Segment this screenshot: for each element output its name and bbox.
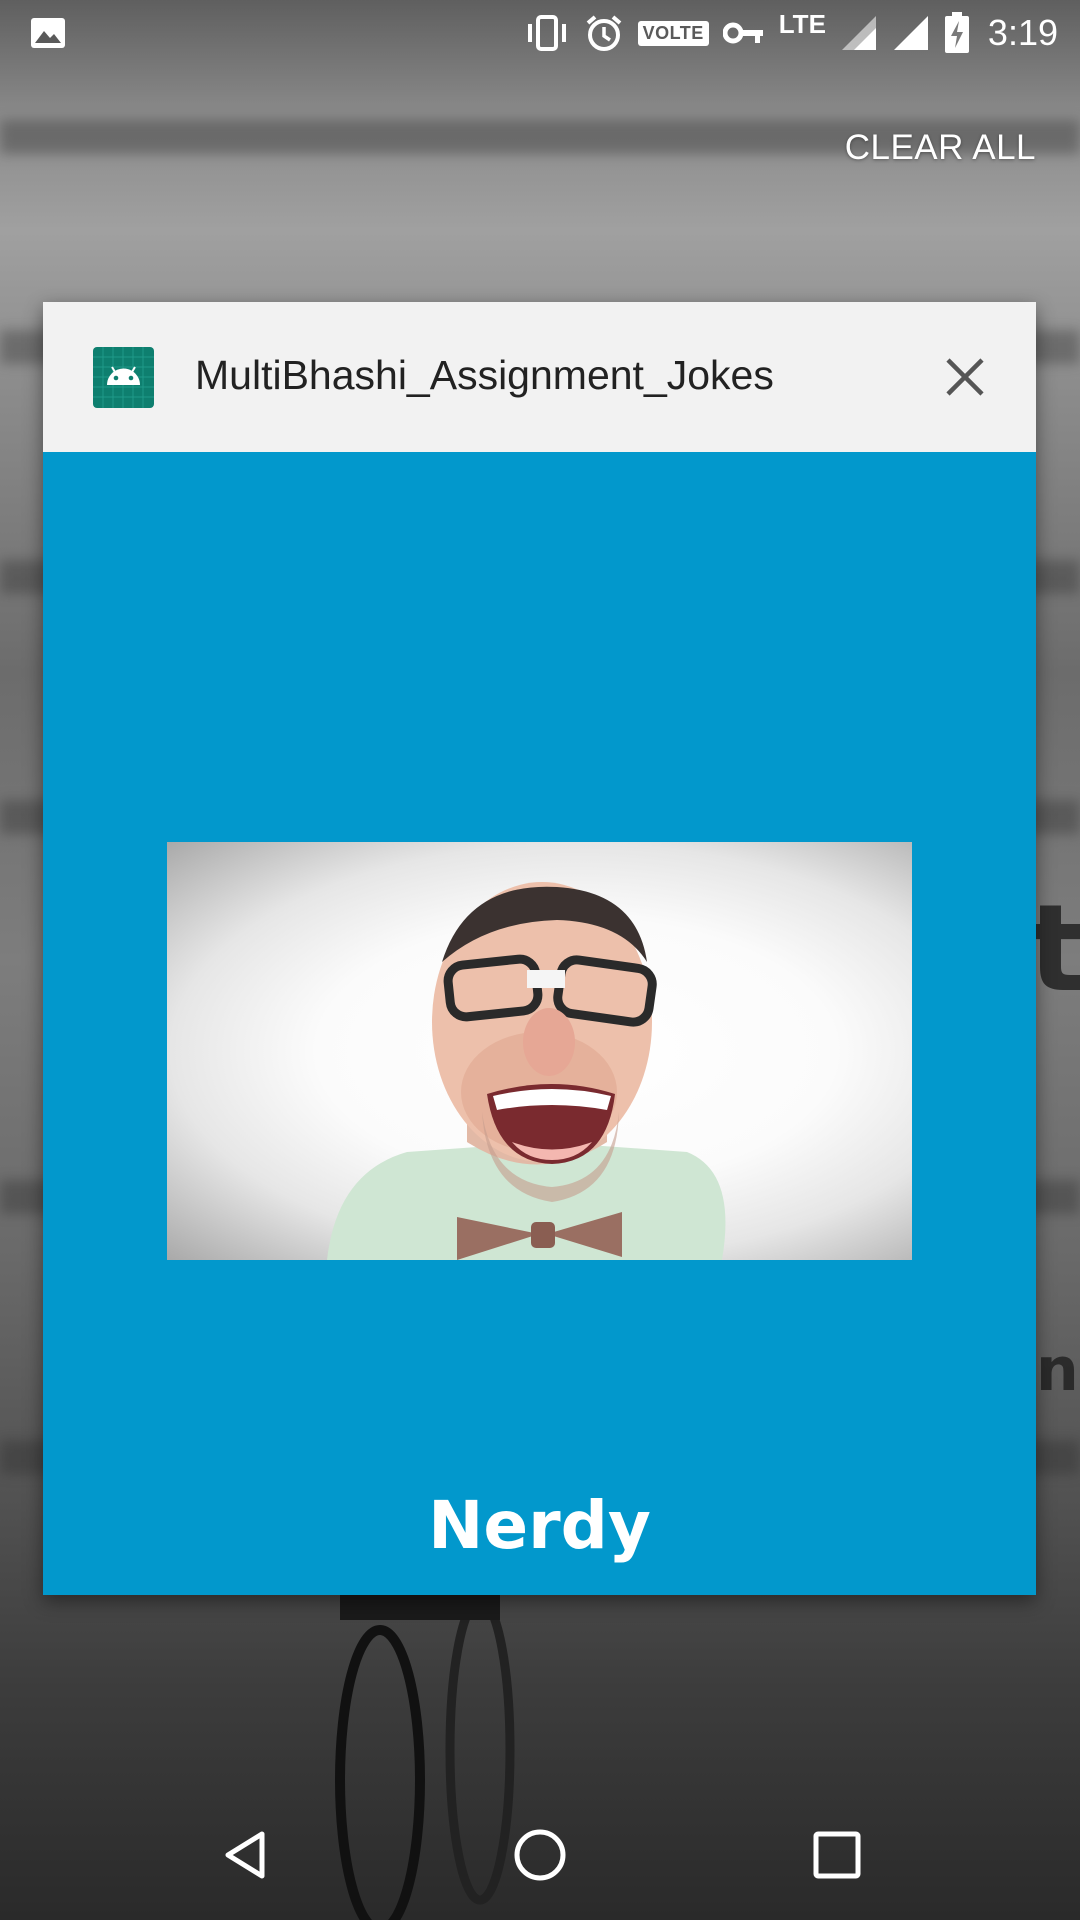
signal-icon <box>892 14 930 52</box>
vibrate-icon <box>524 15 570 51</box>
signal-icon <box>840 14 878 52</box>
battery-charging-icon <box>944 12 970 54</box>
alarm-icon <box>584 13 624 53</box>
lte-label: LTE <box>778 8 826 39</box>
recents-icon[interactable] <box>802 1820 872 1890</box>
home-icon[interactable] <box>505 1820 575 1890</box>
joke-category-image <box>167 842 912 1260</box>
back-icon[interactable] <box>210 1820 280 1890</box>
recents-screen: te n, <box>0 0 1080 1920</box>
status-bar: VOLTE LTE 3:19 <box>0 0 1080 66</box>
volte-icon: VOLTE <box>637 20 709 46</box>
navigation-bar <box>0 1790 1080 1920</box>
android-app-icon[interactable] <box>93 347 154 408</box>
app-title: MultiBhashi_Assignment_Jokes <box>195 352 774 398</box>
wallpaper-text-fragment: n, <box>1036 1335 1080 1405</box>
close-icon[interactable] <box>940 352 990 402</box>
task-card-header: MultiBhashi_Assignment_Jokes <box>43 302 1036 452</box>
clock: 3:19 <box>987 12 1058 53</box>
joke-category-label: Nerdy <box>428 1487 651 1564</box>
recent-task-card[interactable]: MultiBhashi_Assignment_Jokes Nerdy <box>43 302 1036 1595</box>
clear-all-button[interactable]: CLEAR ALL <box>845 128 1036 168</box>
vpn-key-icon <box>722 21 765 45</box>
image-notification-icon <box>31 18 65 48</box>
